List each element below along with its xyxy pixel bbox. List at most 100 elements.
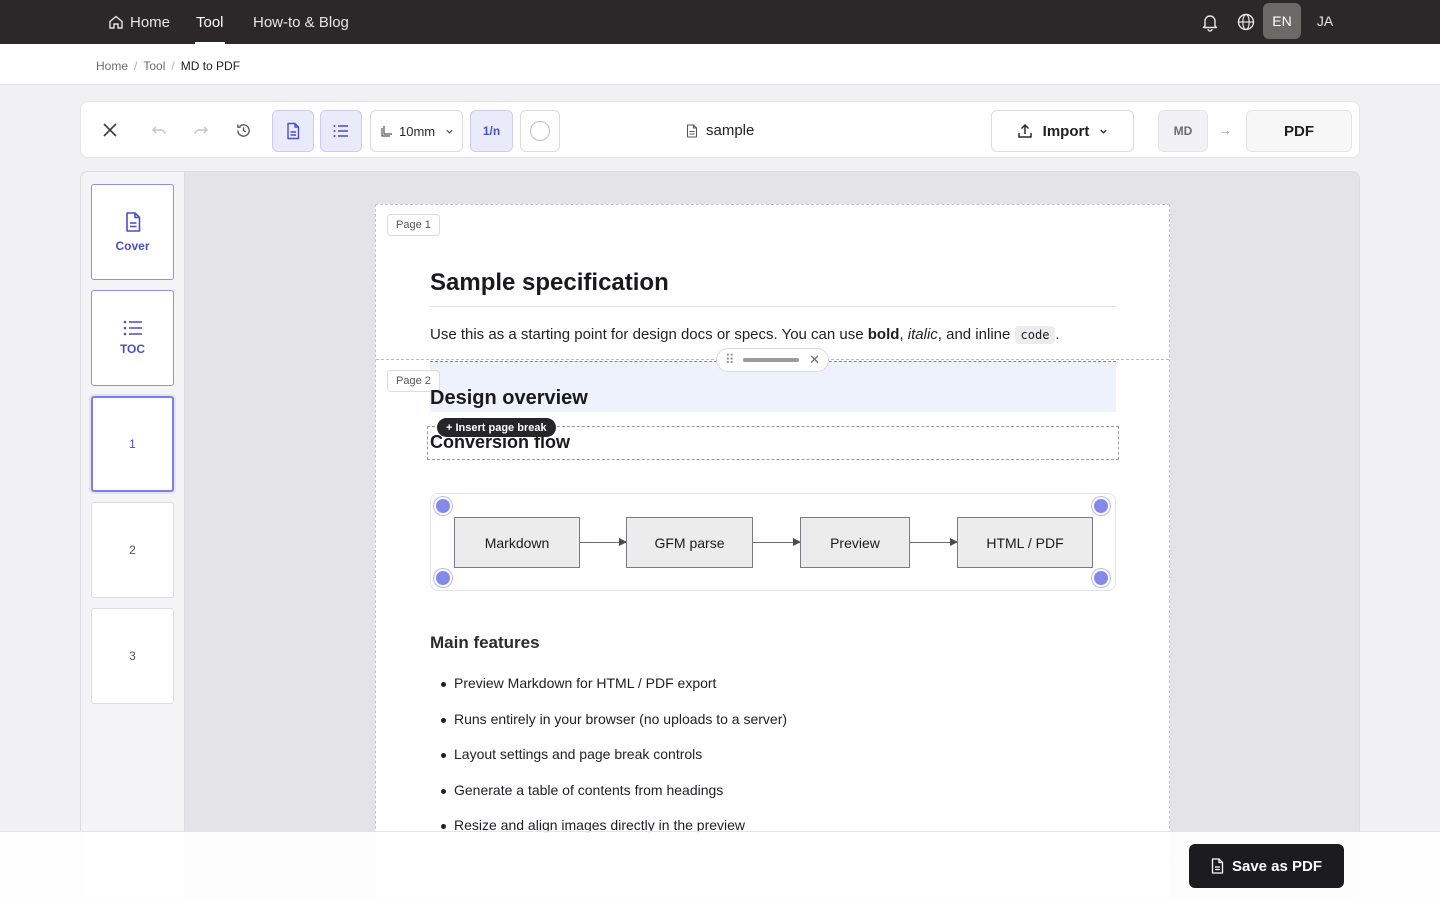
breadcrumb-home[interactable]: Home — [96, 59, 128, 73]
list-icon — [333, 125, 348, 137]
list-item[interactable]: Generate a table of contents from headin… — [430, 778, 787, 814]
list-item[interactable]: Layout settings and page break controls — [430, 742, 787, 778]
history-icon — [236, 123, 250, 137]
flow-arrow — [580, 538, 627, 546]
breadcrumb-separator: / — [171, 59, 175, 73]
cover-page-toggle[interactable] — [272, 110, 314, 152]
document-page[interactable]: Page 1 Sample specification Use this as … — [375, 204, 1170, 899]
redo-icon — [194, 126, 208, 135]
page-1-label: Page 1 — [387, 214, 440, 236]
nav-blog[interactable]: How-to & Blog — [253, 0, 349, 44]
lang-en-button[interactable]: EN — [1263, 3, 1301, 39]
margin-select[interactable]: 10mm — [370, 110, 463, 152]
history-button[interactable] — [228, 115, 258, 145]
color-swatch — [530, 121, 550, 141]
nav-tool-label: Tool — [196, 13, 224, 31]
resize-handle-top-left[interactable] — [434, 497, 452, 515]
nav-home[interactable]: Home — [108, 0, 170, 44]
save-as-pdf-label: Save as PDF — [1231, 857, 1323, 875]
thumb-page-1-label: 1 — [129, 437, 136, 451]
heading-main-features[interactable]: Main features — [430, 633, 540, 653]
nav-home-label: Home — [130, 13, 171, 31]
intro-suffix: . — [1055, 326, 1060, 343]
intro-code: code — [1014, 326, 1056, 344]
undo-button[interactable] — [144, 115, 174, 145]
document-icon — [287, 122, 300, 140]
intro-comma: , — [899, 326, 908, 343]
breadcrumb-bar: Home / Tool / MD to PDF — [0, 44, 1440, 85]
intro-paragraph[interactable]: Use this as a starting point for design … — [430, 326, 1060, 344]
close-button[interactable] — [95, 115, 125, 145]
save-as-pdf-button[interactable]: Save as PDF — [1189, 844, 1344, 888]
chevron-down-icon — [446, 129, 453, 134]
drag-handle-icon[interactable]: ⠿ — [725, 352, 734, 368]
margin-value: 10mm — [399, 123, 436, 139]
intro-prefix: Use this as a starting point for design … — [430, 326, 868, 343]
import-label: Import — [1042, 122, 1090, 140]
target-format-pdf[interactable]: PDF — [1246, 110, 1352, 152]
breadcrumb: Home / Tool / MD to PDF — [96, 59, 240, 73]
thumb-cover[interactable]: Cover — [91, 184, 174, 280]
home-icon — [109, 15, 123, 29]
flow-node-preview: Preview — [800, 517, 910, 568]
intro-italic: italic — [907, 326, 938, 343]
flow-node-markdown: Markdown — [454, 517, 580, 568]
page-break-bar — [743, 358, 800, 362]
thumb-page-2-label: 2 — [129, 543, 136, 557]
insert-page-break-button[interactable]: + Insert page break — [437, 418, 556, 437]
nav-tool[interactable]: Tool — [195, 0, 225, 44]
thumb-toc-label: TOC — [119, 342, 146, 356]
thumb-page-1[interactable]: 1 — [91, 396, 174, 492]
resize-handle-top-right[interactable] — [1092, 497, 1110, 515]
thumb-toc[interactable]: TOC — [91, 290, 174, 386]
file-icon — [1211, 858, 1224, 874]
color-picker-button[interactable] — [520, 110, 560, 152]
resize-handle-bottom-left[interactable] — [434, 569, 452, 587]
top-nav: Home Tool How-to & Blog EN JA — [0, 0, 1440, 44]
toc-toggle[interactable] — [320, 110, 362, 152]
document-icon — [125, 212, 140, 232]
page-number-toggle[interactable]: 1/n — [470, 110, 513, 152]
page-number-label: 1/n — [482, 124, 501, 138]
features-list: Preview Markdown for HTML / PDF export R… — [430, 671, 787, 849]
source-format-md[interactable]: MD — [1158, 110, 1208, 152]
breadcrumb-separator: / — [134, 59, 138, 73]
nav-blog-label: How-to & Blog — [253, 13, 349, 31]
arrow-right-icon: → — [1218, 122, 1232, 138]
intro-mid: , and inline — [937, 326, 1015, 343]
list-item[interactable]: Runs entirely in your browser (no upload… — [430, 707, 787, 743]
flow-node-html-pdf: HTML / PDF — [957, 517, 1093, 568]
thumb-page-3[interactable]: 3 — [91, 608, 174, 704]
lang-ja-button[interactable]: JA — [1306, 3, 1344, 39]
thumb-cover-label: Cover — [115, 239, 150, 253]
upload-icon — [1017, 123, 1032, 138]
intro-bold: bold — [867, 326, 900, 343]
bell-icon[interactable] — [1200, 12, 1220, 32]
thumb-page-2[interactable]: 2 — [91, 502, 174, 598]
filename-display[interactable]: sample — [686, 122, 754, 139]
remove-break-icon[interactable]: ✕ — [809, 352, 820, 368]
import-button[interactable]: Import — [991, 110, 1134, 152]
resize-handle-bottom-right[interactable] — [1092, 569, 1110, 587]
filename-text: sample — [706, 122, 755, 139]
flow-arrow — [753, 538, 801, 546]
flow-node-gfm-parse: GFM parse — [626, 517, 753, 568]
globe-icon[interactable] — [1236, 12, 1256, 32]
breadcrumb-tool[interactable]: Tool — [143, 59, 165, 73]
close-icon — [103, 123, 117, 137]
flow-diagram[interactable]: Markdown GFM parse Preview HTML / PDF — [430, 493, 1116, 591]
list-icon — [123, 320, 142, 336]
page-thumbnails-sidebar: Cover TOC 1 2 3 — [81, 172, 185, 899]
editor-toolbar: 10mm 1/n sample Import MD → PDF — [80, 101, 1360, 158]
heading-design-overview[interactable]: Design overview — [430, 387, 588, 410]
document-title[interactable]: Sample specification — [430, 269, 669, 297]
redo-button[interactable] — [186, 115, 216, 145]
page-break-handle[interactable]: ⠿ ✕ — [716, 348, 829, 372]
chevron-down-icon — [1100, 129, 1108, 134]
editor-workspace: Cover TOC 1 2 3 Page 1 Sample specificat… — [80, 171, 1360, 900]
margin-icon — [381, 126, 392, 137]
list-item[interactable]: Preview Markdown for HTML / PDF export — [430, 671, 787, 707]
file-icon — [686, 123, 698, 138]
thumb-page-3-label: 3 — [129, 649, 136, 663]
breadcrumb-current: MD to PDF — [180, 59, 241, 73]
